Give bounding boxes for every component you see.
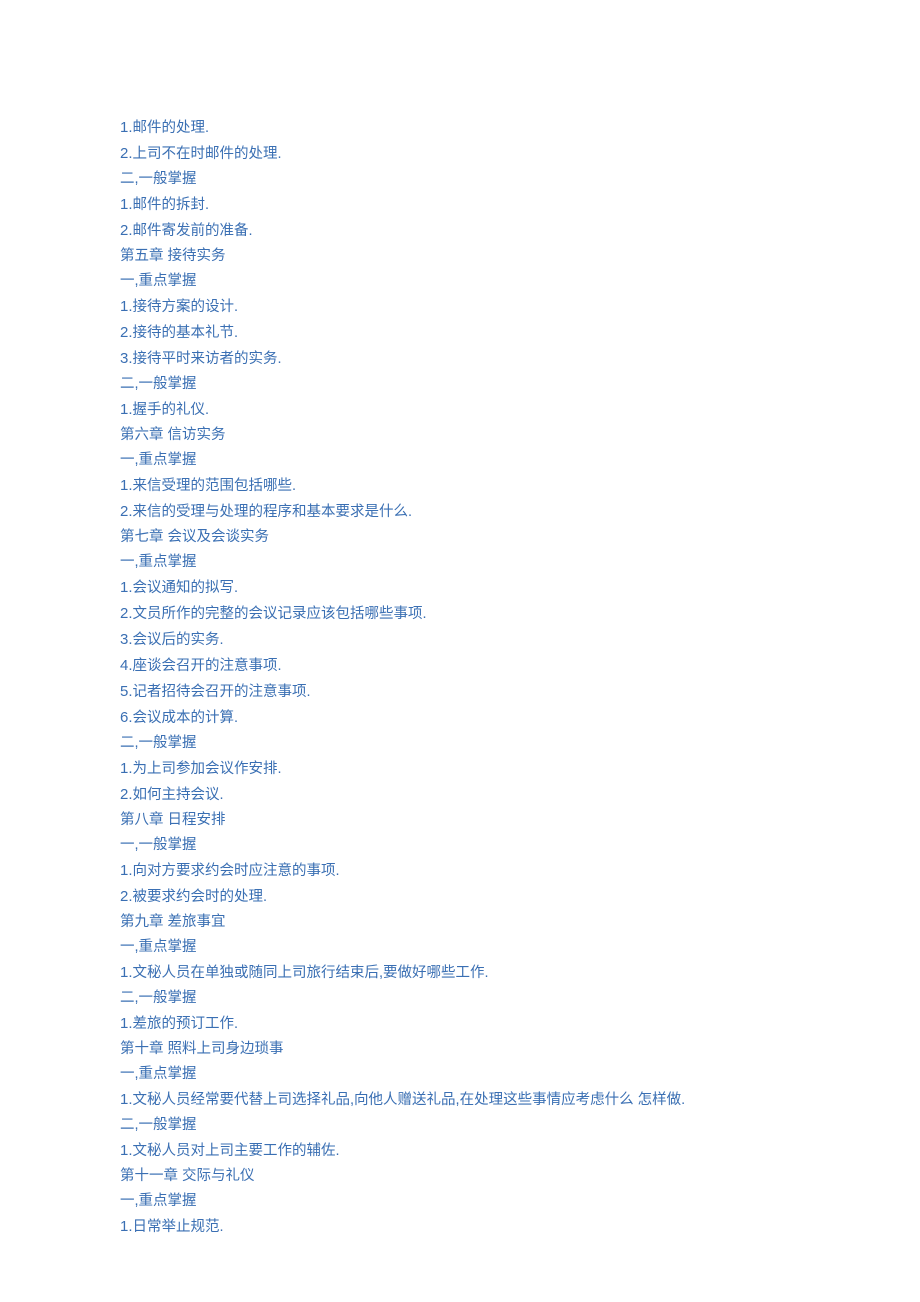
- list-number: 4.: [120, 657, 133, 674]
- outline-line: 第十章 照料上司身边琐事: [120, 1037, 820, 1062]
- outline-line: 1.为上司参加会议作安排.: [120, 756, 820, 782]
- outline-line: 二,一般掌握: [120, 731, 820, 756]
- list-number: 2.: [120, 503, 133, 520]
- outline-line: 1.日常举止规范.: [120, 1214, 820, 1240]
- outline-line: 一,重点掌握: [120, 550, 820, 575]
- outline-line: 3.接待平时来访者的实务.: [120, 346, 820, 372]
- outline-line: 二,一般掌握: [120, 986, 820, 1011]
- outline-line: 2.接待的基本礼节.: [120, 320, 820, 346]
- outline-line: 3.会议后的实务.: [120, 627, 820, 653]
- list-number: 1.: [120, 760, 133, 777]
- outline-line: 一,一般掌握: [120, 833, 820, 858]
- list-number: 1.: [120, 964, 133, 981]
- outline-line: 二,一般掌握: [120, 372, 820, 397]
- outline-line: 第十一章 交际与礼仪: [120, 1164, 820, 1189]
- list-number: 2.: [120, 605, 133, 622]
- outline-line: 一,重点掌握: [120, 1189, 820, 1214]
- outline-line: 一,重点掌握: [120, 1062, 820, 1087]
- list-number: 5.: [120, 683, 133, 700]
- list-number: 1.: [120, 477, 133, 494]
- outline-line: 5.记者招待会召开的注意事项.: [120, 679, 820, 705]
- list-number: 2.: [120, 888, 133, 905]
- outline-line: 1.邮件的处理.: [120, 115, 820, 141]
- outline-line: 1.向对方要求约会时应注意的事项.: [120, 858, 820, 884]
- list-number: 1.: [120, 401, 133, 418]
- list-number: 1.: [120, 196, 133, 213]
- list-number: 3.: [120, 631, 133, 648]
- list-number: 1.: [120, 1015, 133, 1032]
- outline-line: 二,一般掌握: [120, 167, 820, 192]
- list-number: 1.: [120, 579, 133, 596]
- outline-line: 2.邮件寄发前的准备.: [120, 218, 820, 244]
- list-number: 2.: [120, 786, 133, 803]
- outline-line: 2.文员所作的完整的会议记录应该包括哪些事项.: [120, 601, 820, 627]
- document-page: 1.邮件的处理.2.上司不在时邮件的处理.二,一般掌握1.邮件的拆封.2.邮件寄…: [0, 0, 820, 1240]
- outline-line: 第五章 接待实务: [120, 244, 820, 269]
- outline-line: 1.邮件的拆封.: [120, 192, 820, 218]
- outline-line: 1.来信受理的范围包括哪些.: [120, 473, 820, 499]
- outline-line: 1.文秘人员在单独或随同上司旅行结束后,要做好哪些工作.: [120, 960, 820, 986]
- list-number: 1.: [120, 1142, 133, 1159]
- outline-line: 一,重点掌握: [120, 935, 820, 960]
- list-number: 2.: [120, 145, 133, 162]
- outline-line: 1.握手的礼仪.: [120, 397, 820, 423]
- list-number: 1.: [120, 1091, 133, 1108]
- outline-line: 第九章 差旅事宜: [120, 910, 820, 935]
- list-number: 2.: [120, 324, 133, 341]
- outline-line: 6.会议成本的计算.: [120, 705, 820, 731]
- list-number: 1.: [120, 119, 133, 136]
- outline-line: 1.文秘人员对上司主要工作的辅佐.: [120, 1138, 820, 1164]
- outline-line: 二,一般掌握: [120, 1113, 820, 1138]
- outline-line: 1.文秘人员经常要代替上司选择礼品,向他人赠送礼品,在处理这些事情应考虑什么 怎…: [120, 1087, 820, 1113]
- outline-line: 2.如何主持会议.: [120, 782, 820, 808]
- outline-line: 2.来信的受理与处理的程序和基本要求是什么.: [120, 499, 820, 525]
- outline-line: 第七章 会议及会谈实务: [120, 525, 820, 550]
- list-number: 1.: [120, 298, 133, 315]
- list-number: 1.: [120, 862, 133, 879]
- list-number: 1.: [120, 1218, 133, 1235]
- list-number: 2.: [120, 222, 133, 239]
- outline-line: 1.差旅的预订工作.: [120, 1011, 820, 1037]
- outline-line: 一,重点掌握: [120, 269, 820, 294]
- outline-line: 第六章 信访实务: [120, 423, 820, 448]
- outline-line: 一,重点掌握: [120, 448, 820, 473]
- outline-line: 2.上司不在时邮件的处理.: [120, 141, 820, 167]
- outline-line: 1.会议通知的拟写.: [120, 575, 820, 601]
- outline-line: 1.接待方案的设计.: [120, 294, 820, 320]
- list-number: 6.: [120, 709, 133, 726]
- list-number: 3.: [120, 350, 133, 367]
- outline-line: 第八章 日程安排: [120, 808, 820, 833]
- outline-line: 4.座谈会召开的注意事项.: [120, 653, 820, 679]
- outline-line: 2.被要求约会时的处理.: [120, 884, 820, 910]
